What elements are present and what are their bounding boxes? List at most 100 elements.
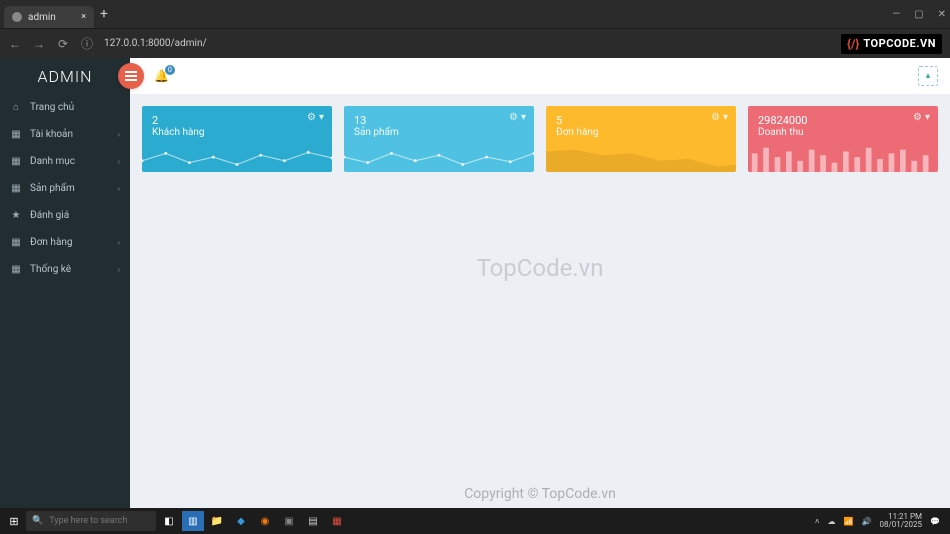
card-options[interactable]: ⚙▾	[509, 112, 526, 123]
gear-icon: ⚙	[913, 112, 922, 123]
stat-value: 2	[152, 114, 322, 127]
taskbar-search-input[interactable]	[49, 516, 150, 526]
sidebar-item-products[interactable]: ▦ Sản phẩm ›	[0, 175, 130, 202]
stat-cards-row: 2 Khách hàng ⚙▾ 13 Sản phẩm ⚙▾ 5	[142, 106, 938, 172]
browser-tab[interactable]: admin ×	[4, 6, 94, 28]
card-options[interactable]: ⚙▾	[913, 112, 930, 123]
grid-icon: ▦	[10, 129, 22, 140]
stat-label: Đơn hàng	[556, 127, 726, 138]
notifications-icon[interactable]: 💬	[930, 517, 940, 526]
stat-card-products[interactable]: 13 Sản phẩm ⚙▾	[344, 106, 534, 172]
task-view-icon[interactable]: ◧	[158, 511, 180, 531]
tray-wifi-icon[interactable]: 📶	[844, 517, 854, 526]
brand-title: ADMIN	[0, 58, 130, 94]
stat-card-customers[interactable]: 2 Khách hàng ⚙▾	[142, 106, 332, 172]
taskbar-app-2[interactable]: 📁	[206, 511, 228, 531]
topbar: 🔔 0 ▴	[130, 58, 950, 94]
taskbar-app-7[interactable]: ▦	[326, 511, 348, 531]
sidebar-item-accounts[interactable]: ▦ Tài khoản ›	[0, 121, 130, 148]
logo-text: TOPCODE.VN	[863, 37, 936, 50]
grid-icon: ▦	[10, 237, 22, 248]
browser-tab-strip: admin × + — ▢ ✕	[0, 0, 950, 28]
sidebar-item-categories[interactable]: ▦ Danh mục ›	[0, 148, 130, 175]
start-button[interactable]: ⊞	[4, 515, 24, 528]
app-container: ADMIN ⌂ Trang chủ ▦ Tài khoản › ▦ Danh m…	[0, 58, 950, 508]
taskbar-clock[interactable]: 11:21 PM 08/01/2025	[879, 513, 922, 529]
caret-down-icon: ▾	[925, 112, 930, 123]
clock-date: 08/01/2025	[879, 521, 922, 529]
sidebar-item-stats[interactable]: ▦ Thống kê ›	[0, 256, 130, 283]
card-options[interactable]: ⚙▾	[307, 112, 324, 123]
sidebar-item-reviews[interactable]: ★ Đánh giá	[0, 202, 130, 229]
reload-icon[interactable]: ⟳	[56, 37, 70, 51]
sidebar-menu: ⌂ Trang chủ ▦ Tài khoản › ▦ Danh mục › ▦…	[0, 94, 130, 283]
sparkline-bars	[748, 144, 938, 172]
user-avatar[interactable]: ▴	[918, 66, 938, 86]
stat-value: 29824000	[758, 114, 928, 127]
search-icon: 🔍	[32, 516, 43, 526]
forward-icon[interactable]: →	[32, 37, 46, 51]
sidebar-toggle-button[interactable]	[118, 63, 144, 89]
taskbar-app-1[interactable]: ▥	[182, 511, 204, 531]
caret-down-icon: ▾	[723, 112, 728, 123]
stat-value: 5	[556, 114, 726, 127]
window-controls: — ▢ ✕	[892, 9, 946, 20]
stat-value: 13	[354, 114, 524, 127]
stat-label: Sản phẩm	[354, 127, 524, 138]
taskbar-app-3[interactable]: ◆	[230, 511, 252, 531]
chevron-right-icon: ›	[118, 265, 120, 274]
sidebar-item-label: Danh mục	[30, 156, 75, 167]
info-icon: ⓘ	[80, 35, 94, 52]
windows-taskbar: ⊞ 🔍 ◧ ▥ 📁 ◆ ◉ ▣ ▤ ▦ ˄ ☁ 📶 🔊 11:21 PM 08/…	[0, 508, 950, 534]
taskbar-app-6[interactable]: ▤	[302, 511, 324, 531]
home-icon: ⌂	[10, 102, 22, 113]
stat-label: Khách hàng	[152, 127, 322, 138]
taskbar-search[interactable]: 🔍	[26, 511, 156, 531]
sidebar-item-orders[interactable]: ▦ Đơn hàng ›	[0, 229, 130, 256]
url-text[interactable]: 127.0.0.1:8000/admin/	[104, 38, 831, 49]
taskbar-app-4[interactable]: ◉	[254, 511, 276, 531]
maximize-icon[interactable]: ▢	[914, 9, 923, 20]
chevron-right-icon: ›	[118, 157, 120, 166]
system-tray: ˄ ☁ 📶 🔊 11:21 PM 08/01/2025 💬	[815, 513, 946, 529]
sidebar-item-label: Tài khoản	[30, 129, 73, 140]
caret-down-icon: ▾	[319, 112, 324, 123]
taskbar-app-5[interactable]: ▣	[278, 511, 300, 531]
minimize-icon[interactable]: —	[892, 9, 900, 20]
sidebar-item-label: Trang chủ	[30, 102, 74, 113]
tab-favicon	[12, 12, 22, 22]
grid-icon: ▦	[10, 264, 22, 275]
tab-close-icon[interactable]: ×	[81, 12, 86, 22]
gear-icon: ⚙	[711, 112, 720, 123]
sidebar-item-label: Đơn hàng	[30, 237, 73, 248]
sidebar-item-home[interactable]: ⌂ Trang chủ	[0, 94, 130, 121]
gear-icon: ⚙	[509, 112, 518, 123]
notification-bell[interactable]: 🔔 0	[154, 69, 169, 83]
notification-badge: 0	[165, 65, 175, 75]
close-icon[interactable]: ✕	[938, 9, 946, 20]
card-options[interactable]: ⚙▾	[711, 112, 728, 123]
content: 2 Khách hàng ⚙▾ 13 Sản phẩm ⚙▾ 5	[130, 94, 950, 508]
tab-title: admin	[28, 12, 56, 23]
stat-card-orders[interactable]: 5 Đơn hàng ⚙▾	[546, 106, 736, 172]
watermark-center: TopCode.vn	[476, 254, 603, 282]
tray-chevron-icon[interactable]: ˄	[815, 517, 820, 526]
watermark-copyright: Copyright © TopCode.vn	[464, 486, 616, 502]
topcode-logo: {/} TOPCODE.VN	[841, 34, 942, 54]
sidebar-item-label: Sản phẩm	[30, 183, 75, 194]
stat-label: Doanh thu	[758, 127, 928, 138]
sidebar: ADMIN ⌂ Trang chủ ▦ Tài khoản › ▦ Danh m…	[0, 58, 130, 508]
broken-image-icon: ▴	[926, 71, 931, 81]
sidebar-item-label: Thống kê	[30, 264, 71, 275]
sparkline	[142, 144, 332, 172]
sparkline-area	[546, 144, 736, 172]
sparkline	[344, 144, 534, 172]
new-tab-button[interactable]: +	[100, 6, 108, 22]
stat-card-revenue[interactable]: 29824000 Doanh thu ⚙▾	[748, 106, 938, 172]
tray-cloud-icon[interactable]: ☁	[828, 517, 836, 526]
browser-address-bar: ← → ⟳ ⓘ 127.0.0.1:8000/admin/ {/} TOPCOD…	[0, 28, 950, 58]
tray-sound-icon[interactable]: 🔊	[861, 517, 871, 526]
chevron-right-icon: ›	[118, 130, 120, 139]
back-icon[interactable]: ←	[8, 37, 22, 51]
grid-icon: ▦	[10, 156, 22, 167]
